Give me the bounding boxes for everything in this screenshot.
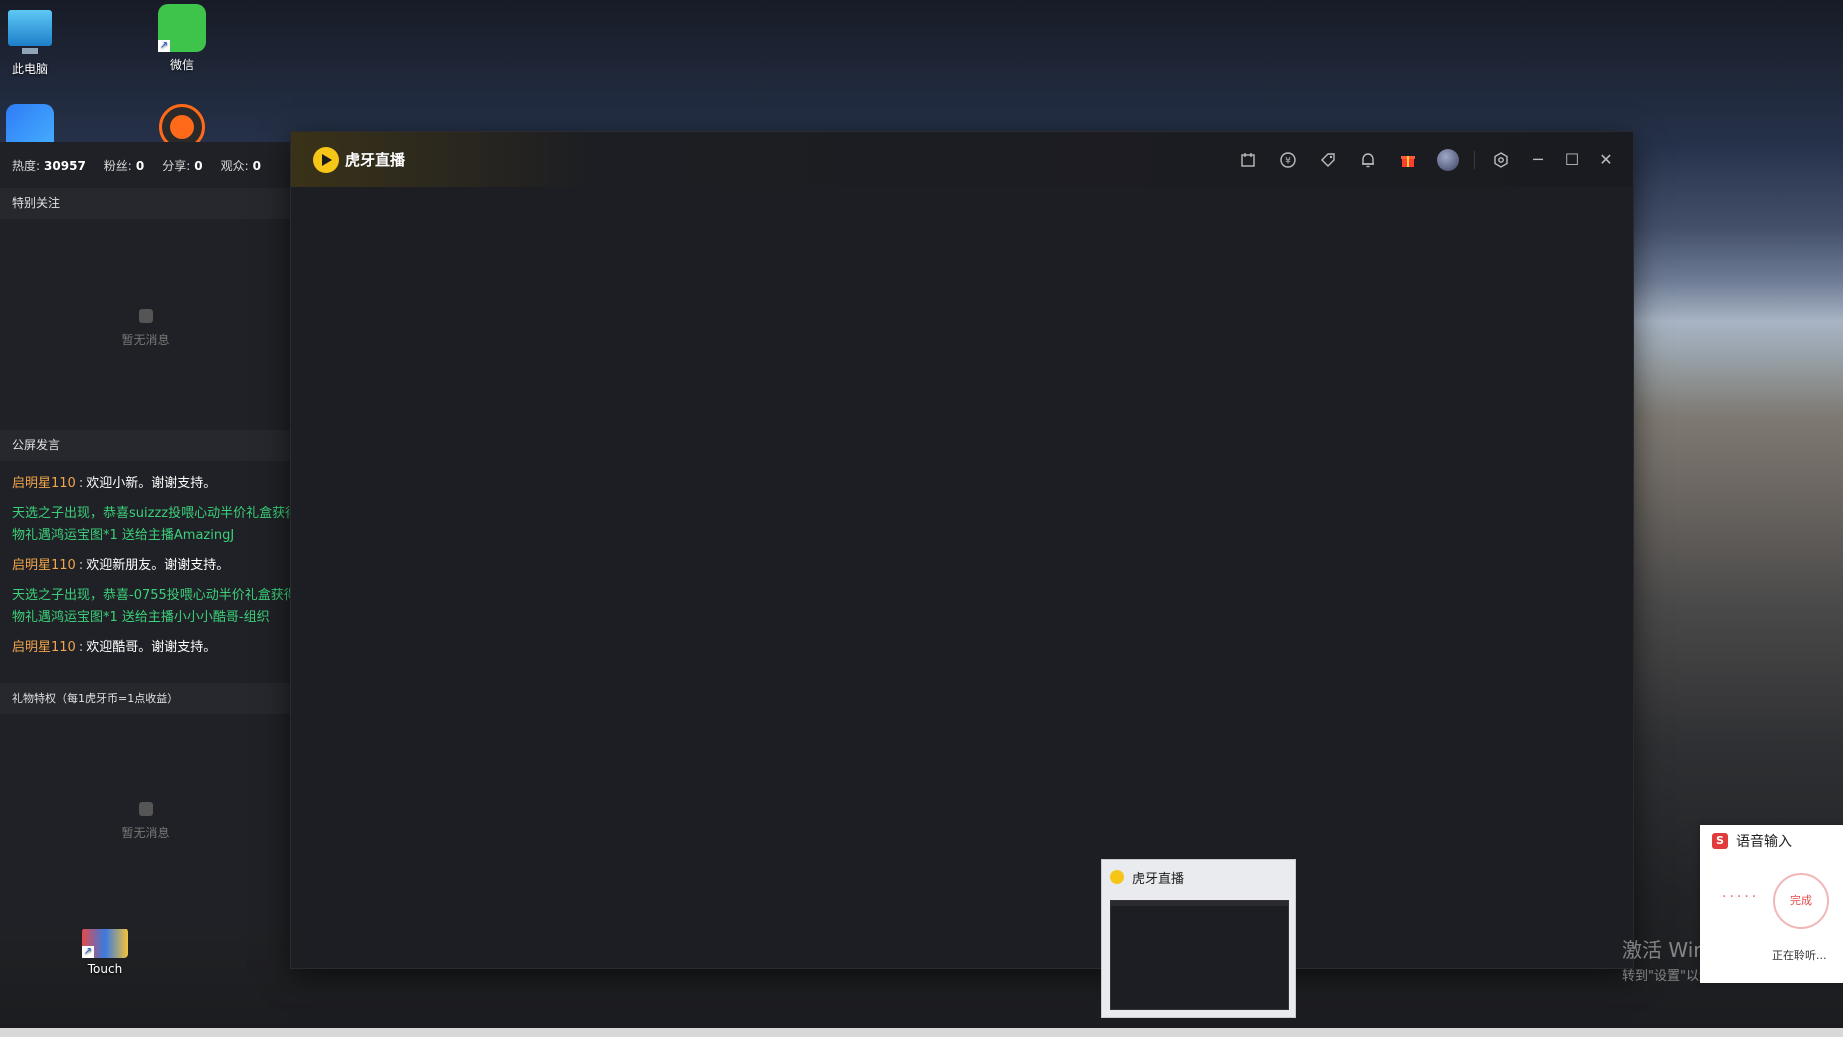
chat-text: 欢迎小新。谢谢支持。 — [86, 476, 217, 491]
chat-list[interactable]: 启明星110: 欢迎小新。谢谢支持。 天选之子出现，恭喜suizzz投喂心动半价礼… — [0, 461, 291, 683]
stat-audience: 观众: 0 — [220, 158, 262, 173]
svg-text:¥: ¥ — [1285, 156, 1291, 166]
main-window: 虎牙直播 ¥ ─ ☐ ✕ — [291, 132, 1633, 968]
title-bar-actions: ¥ ─ ☐ ✕ — [1228, 132, 1623, 187]
chat-message: 启明星110: 欢迎酷哥。谢谢支持。 — [12, 640, 217, 655]
chat-message: 启明星110: 欢迎新朋友。谢谢支持。 — [12, 558, 230, 573]
gift-privilege-empty: 暂无消息 — [0, 714, 291, 841]
app-title: 虎牙直播 — [345, 151, 406, 169]
preview-thumbnail[interactable] — [1110, 900, 1289, 1010]
voice-input-title: 语音输入 — [1736, 834, 1792, 850]
shortcut-arrow-icon: ↗ — [82, 946, 94, 958]
voice-input-header: S 语音输入 — [1700, 825, 1843, 857]
desktop-icon-label: 此电脑 — [11, 62, 48, 76]
chat-user[interactable]: 启明星110 — [12, 476, 76, 491]
desktop-icon-label: 微信 — [169, 58, 194, 72]
chat-message: 启明星110: 欢迎小新。谢谢支持。 — [12, 476, 217, 491]
wechat-icon: ↗ — [158, 4, 206, 52]
system-message: 天选之子出现，恭喜-0755投喂心动半价礼盒获得礼物礼遇鸿运宝图*1 送给主播小… — [12, 588, 291, 625]
empty-text: 暂无消息 — [121, 333, 170, 347]
watermark-subtitle: 转到"设置"以激活 Windows。 — [1622, 969, 1801, 984]
desktop-icon-wechat[interactable]: ↗ 微信 — [137, 4, 227, 73]
stat-heat: 热度: 30957 — [12, 158, 86, 173]
avatar — [1437, 148, 1459, 171]
maximize-button[interactable]: ☐ — [1555, 140, 1589, 180]
shortcut-arrow-icon: ↗ — [158, 40, 170, 52]
desktop-icon-label: Touch — [87, 962, 123, 976]
gift-privilege-header: 礼物特权（每1虎牙币=1点收益） — [0, 683, 291, 714]
stat-fans: 粉丝: 0 — [103, 158, 145, 173]
gift-icon[interactable] — [1388, 140, 1428, 180]
watermark-title: 激活 Windows — [1622, 938, 1758, 962]
chat-user[interactable]: 启明星110 — [12, 640, 76, 655]
settings-icon[interactable] — [1481, 140, 1521, 180]
activation-watermark: 激活 Windows 转到"设置"以激活 Windows。 — [1622, 934, 1800, 984]
desktop-icon-this-pc[interactable]: 此电脑 — [0, 4, 75, 77]
chat-text: 欢迎酷哥。谢谢支持。 — [86, 640, 217, 655]
empty-text: 暂无消息 — [121, 826, 170, 840]
left-panel: 热度: 30957 粉丝: 0 分享: 0 观众: 0 特别关注 暂无消息 公屏发言 启… — [0, 142, 291, 929]
close-button[interactable]: ✕ — [1589, 140, 1623, 180]
listening-dots: ····· — [1722, 889, 1760, 905]
chat-user[interactable]: 启明星110 — [12, 558, 76, 573]
huya-logo-icon — [1110, 870, 1124, 884]
computer-icon — [8, 10, 52, 54]
empty-box-icon — [138, 309, 153, 323]
huya-logo-icon — [313, 146, 339, 173]
calendar-icon[interactable] — [1228, 140, 1268, 180]
preview-header: 虎牙直播 — [1102, 860, 1295, 894]
touch-icon: ↗ — [82, 928, 128, 958]
empty-box-icon — [138, 802, 153, 816]
minimize-button[interactable]: ─ — [1521, 140, 1555, 180]
public-chat-header: 公屏发言 — [0, 430, 291, 461]
user-avatar-button[interactable] — [1428, 140, 1468, 180]
bell-icon[interactable] — [1348, 140, 1388, 180]
title-bar[interactable]: 虎牙直播 ¥ ─ ☐ ✕ — [291, 132, 1633, 187]
done-button[interactable]: 完成 — [1773, 873, 1829, 929]
stats-bar: 热度: 30957 粉丝: 0 分享: 0 观众: 0 — [0, 142, 291, 188]
tag-icon[interactable] — [1308, 140, 1348, 180]
divider — [1474, 150, 1475, 169]
special-follow-header: 特别关注 — [0, 188, 291, 219]
desktop-icon-touch[interactable]: ↗ Touch — [60, 928, 150, 976]
special-follow-empty: 暂无消息 — [0, 219, 291, 430]
stat-share: 分享: 0 — [162, 158, 203, 173]
system-message: 天选之子出现，恭喜suizzz投喂心动半价礼盒获得礼物礼遇鸿运宝图*1 送给主播… — [12, 506, 291, 543]
coin-icon[interactable]: ¥ — [1268, 140, 1308, 180]
taskbar-preview[interactable]: 虎牙直播 — [1101, 859, 1296, 1018]
taskbar-edge — [0, 1028, 1843, 1037]
main-content-area — [291, 187, 1633, 968]
sogou-logo-icon: S — [1712, 833, 1728, 849]
chat-text: 欢迎新朋友。谢谢支持。 — [86, 558, 230, 573]
preview-title: 虎牙直播 — [1132, 871, 1185, 887]
